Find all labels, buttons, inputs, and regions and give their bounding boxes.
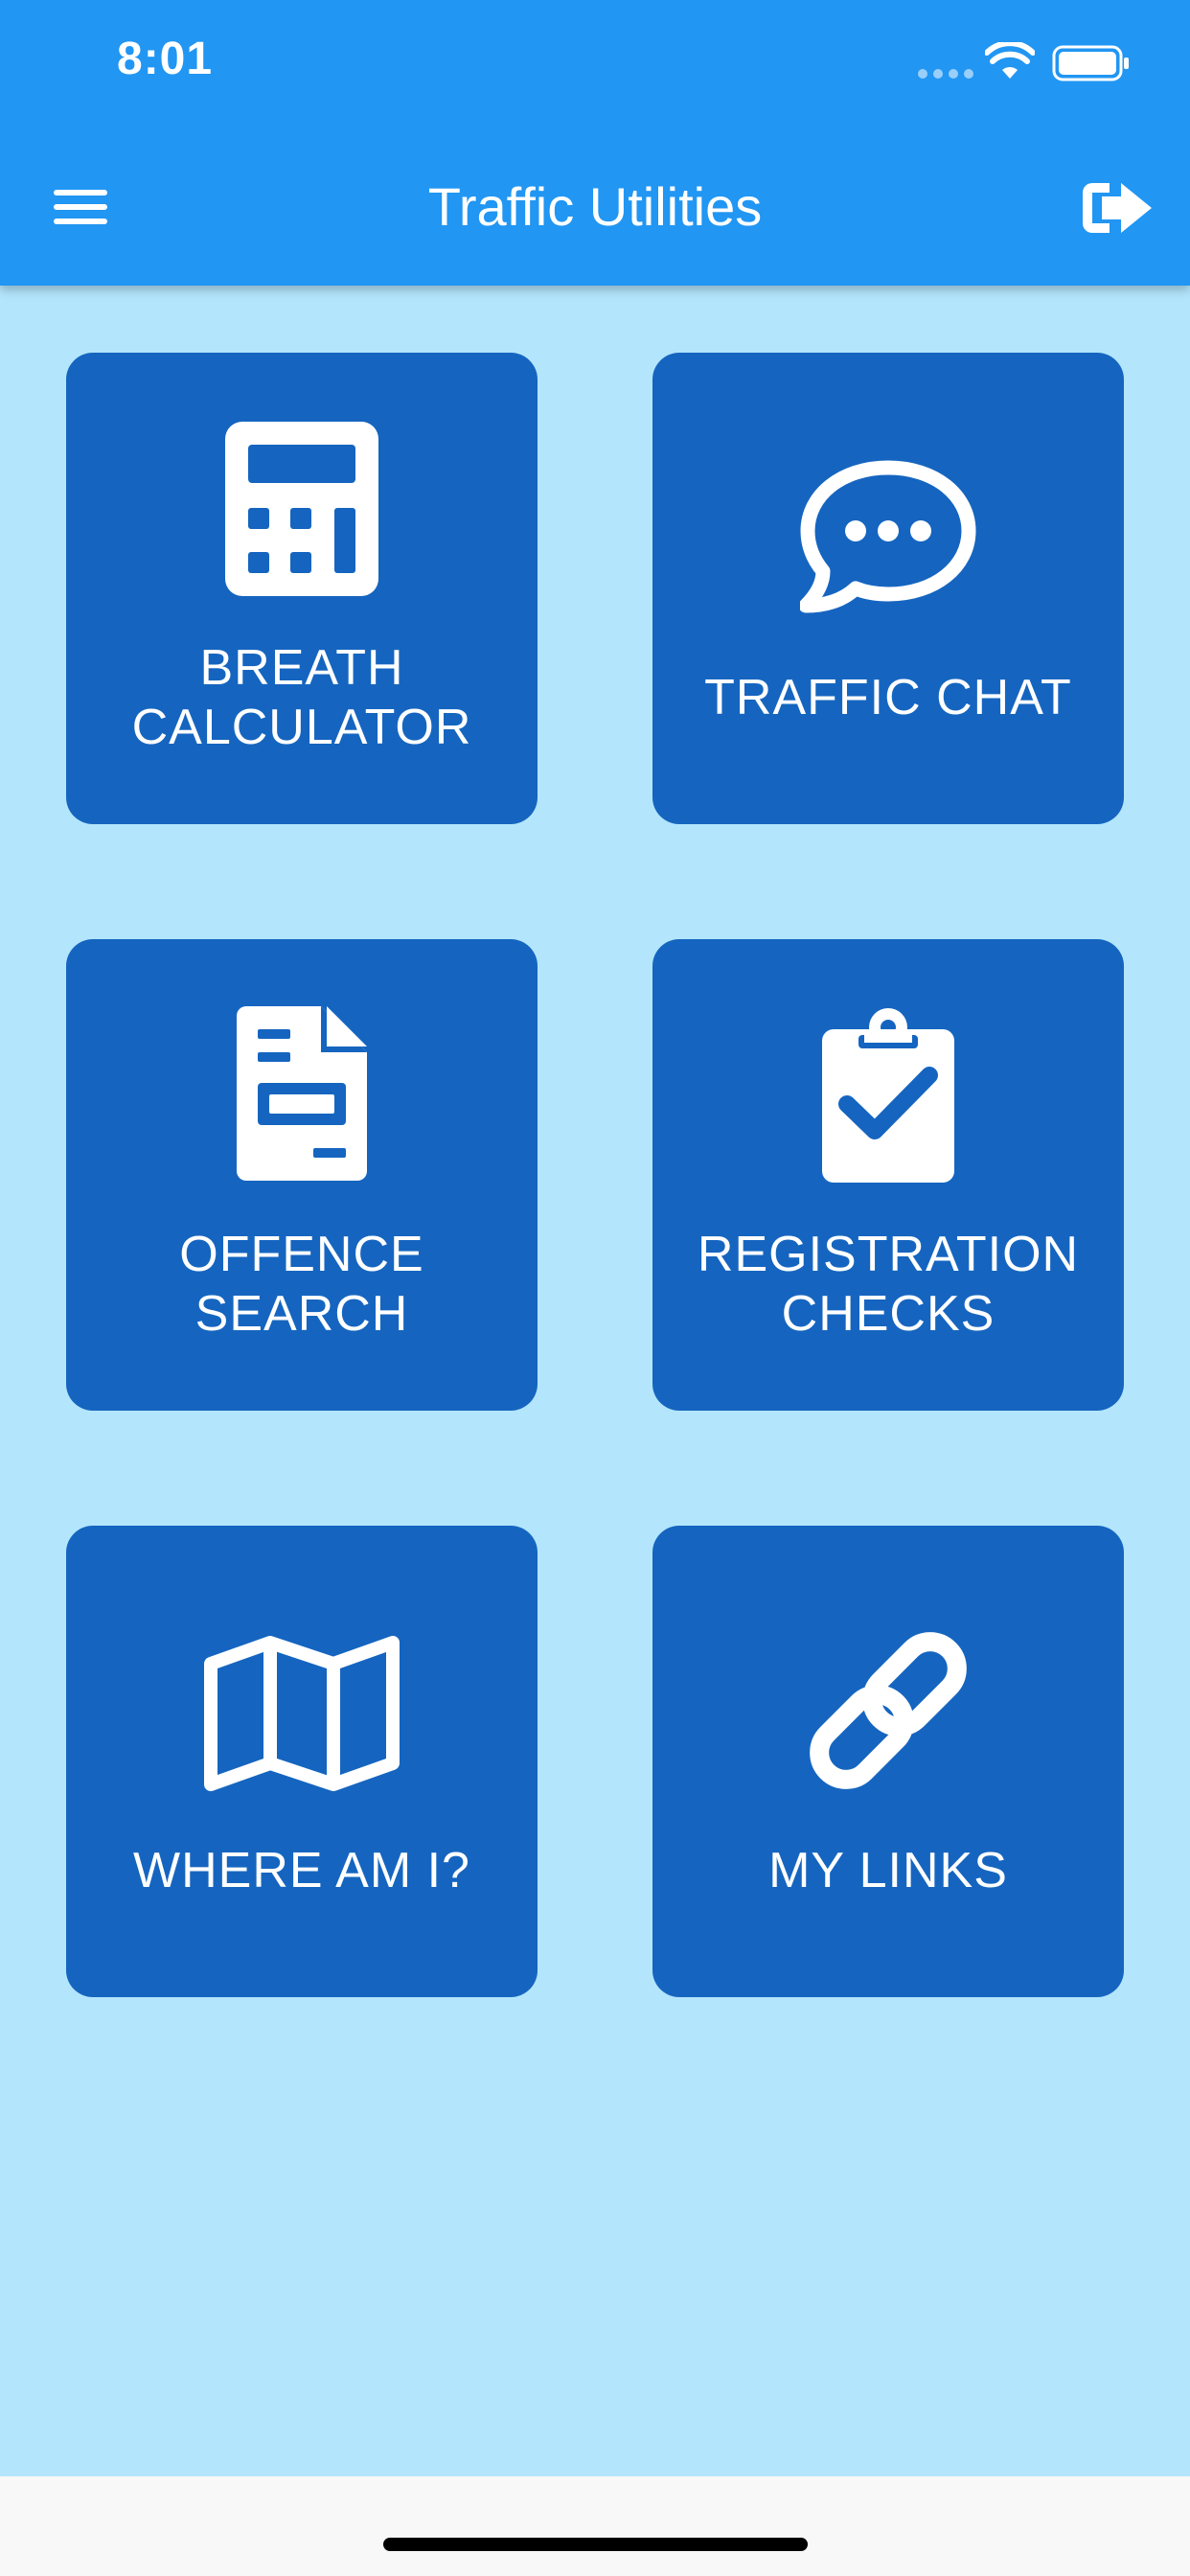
tile-my-links[interactable]: MY LINKS [652,1526,1124,1997]
tile-offence-search[interactable]: OFFENCE SEARCH [66,939,538,1411]
tile-registration-checks[interactable]: REGISTRATION CHECKS [652,939,1124,1411]
battery-icon [1052,45,1129,81]
tile-label: WHERE AM I? [133,1843,470,1898]
hamburger-menu-icon [54,190,107,224]
tile-label: BREATH CALCULATOR [131,640,472,755]
status-time: 8:01 [117,34,214,84]
tile-label: MY LINKS [768,1843,1008,1898]
tile-label: OFFENCE SEARCH [179,1227,424,1342]
page-title: Traffic Utilities [427,176,763,237]
chat-bubble-icon [800,460,976,613]
logout-button[interactable] [1077,171,1157,245]
map-icon [204,1636,400,1791]
link-icon [810,1632,967,1789]
sign-out-icon [1083,183,1152,233]
wifi-icon [985,42,1035,79]
tile-breath-calculator[interactable]: BREATH CALCULATOR [66,353,538,824]
tile-label: REGISTRATION CHECKS [697,1227,1080,1342]
menu-button[interactable] [48,172,113,242]
cellular-signal-icon [918,69,973,79]
tile-label: TRAFFIC CHAT [704,670,1072,725]
tile-traffic-chat[interactable]: TRAFFIC CHAT [652,353,1124,824]
document-icon [237,1006,367,1181]
bottom-safe-area [0,2476,1190,2576]
calculator-icon [225,422,378,596]
clipboard-check-icon [822,1008,954,1183]
home-indicator[interactable] [383,2538,808,2551]
app-header: 8:01 Traffic Utilities [0,0,1190,286]
tile-where-am-i[interactable]: WHERE AM I? [66,1526,538,1997]
